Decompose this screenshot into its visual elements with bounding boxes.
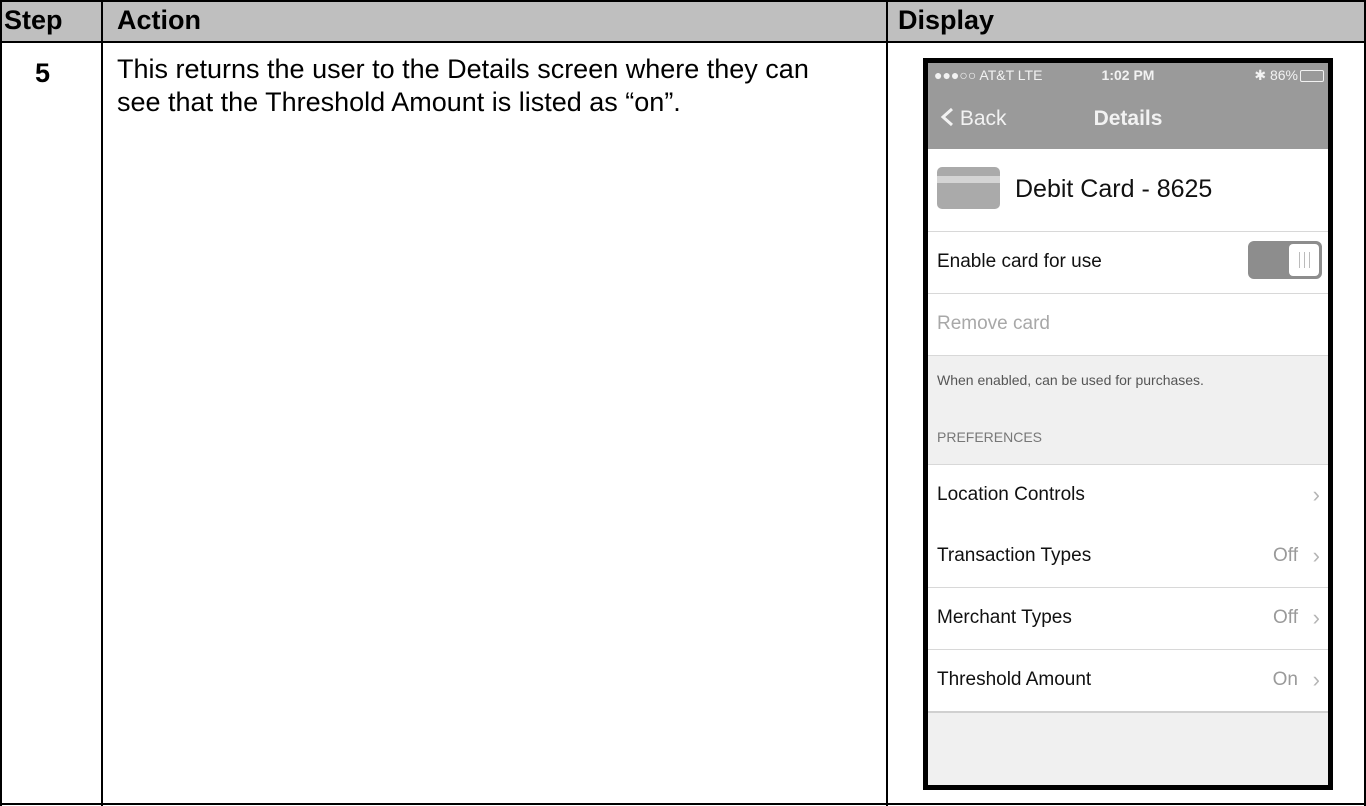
table-header-divider [0, 41, 1366, 43]
preferences-section-header: PREFERENCES [937, 429, 1043, 445]
navigation-bar: ●●●○○ AT&T LTE 1:02 PM ✱ 86% Back Detail… [928, 63, 1328, 149]
table-border-left [0, 0, 2, 806]
step-number: 5 [35, 58, 51, 88]
card-header: Debit Card - 8625 [928, 149, 1328, 232]
header-display: Display [898, 5, 995, 35]
table-col-divider-1 [101, 0, 103, 806]
pref-row-transaction-types[interactable]: Transaction Types Off › [928, 526, 1328, 588]
chevron-right-icon: › [1312, 667, 1320, 692]
pref-label: Merchant Types [937, 607, 1072, 628]
enable-card-label: Enable card for use [937, 251, 1102, 272]
pref-label: Threshold Amount [937, 669, 1092, 690]
enable-card-toggle[interactable] [1248, 241, 1322, 279]
chevron-right-icon: › [1312, 605, 1320, 630]
pref-value: On [1272, 669, 1298, 690]
nav-title: Details [1093, 107, 1163, 130]
battery-icon [1300, 70, 1324, 82]
status-battery-text: ✱ 86% [1254, 67, 1298, 83]
chevron-right-icon: › [1312, 543, 1320, 568]
remove-card-row[interactable]: Remove card [928, 294, 1328, 356]
action-description: This returns the user to the Details scr… [117, 54, 809, 117]
table-border-top [0, 0, 1366, 2]
chevron-right-icon: › [1312, 482, 1320, 507]
table-header-row [0, 0, 1366, 41]
pref-value: Off [1273, 607, 1298, 628]
pref-row-merchant-types[interactable]: Merchant Types Off › [928, 588, 1328, 650]
table-col-divider-2 [886, 0, 888, 806]
card-icon [937, 167, 1000, 209]
header-action: Action [117, 5, 201, 35]
enable-card-row: Enable card for use [928, 232, 1328, 294]
header-step: Step [4, 5, 63, 35]
pref-row-location-controls[interactable]: Location Controls › [928, 464, 1328, 527]
enable-footnote: When enabled, can be used for purchases. [937, 372, 1204, 388]
document-table: Step Action Display 5 This returns the u… [0, 0, 1366, 806]
pref-row-threshold-amount[interactable]: Threshold Amount On › [928, 650, 1328, 713]
toggle-knob [1289, 244, 1319, 276]
pref-value: Off [1273, 545, 1298, 566]
pref-label: Location Controls [937, 484, 1085, 505]
card-title: Debit Card - 8625 [1015, 175, 1213, 203]
remove-card-label: Remove card [937, 313, 1050, 334]
table-border-bottom [0, 803, 1366, 805]
pref-label: Transaction Types [937, 545, 1092, 566]
phone-screenshot: ●●●○○ AT&T LTE 1:02 PM ✱ 86% Back Detail… [923, 58, 1333, 790]
